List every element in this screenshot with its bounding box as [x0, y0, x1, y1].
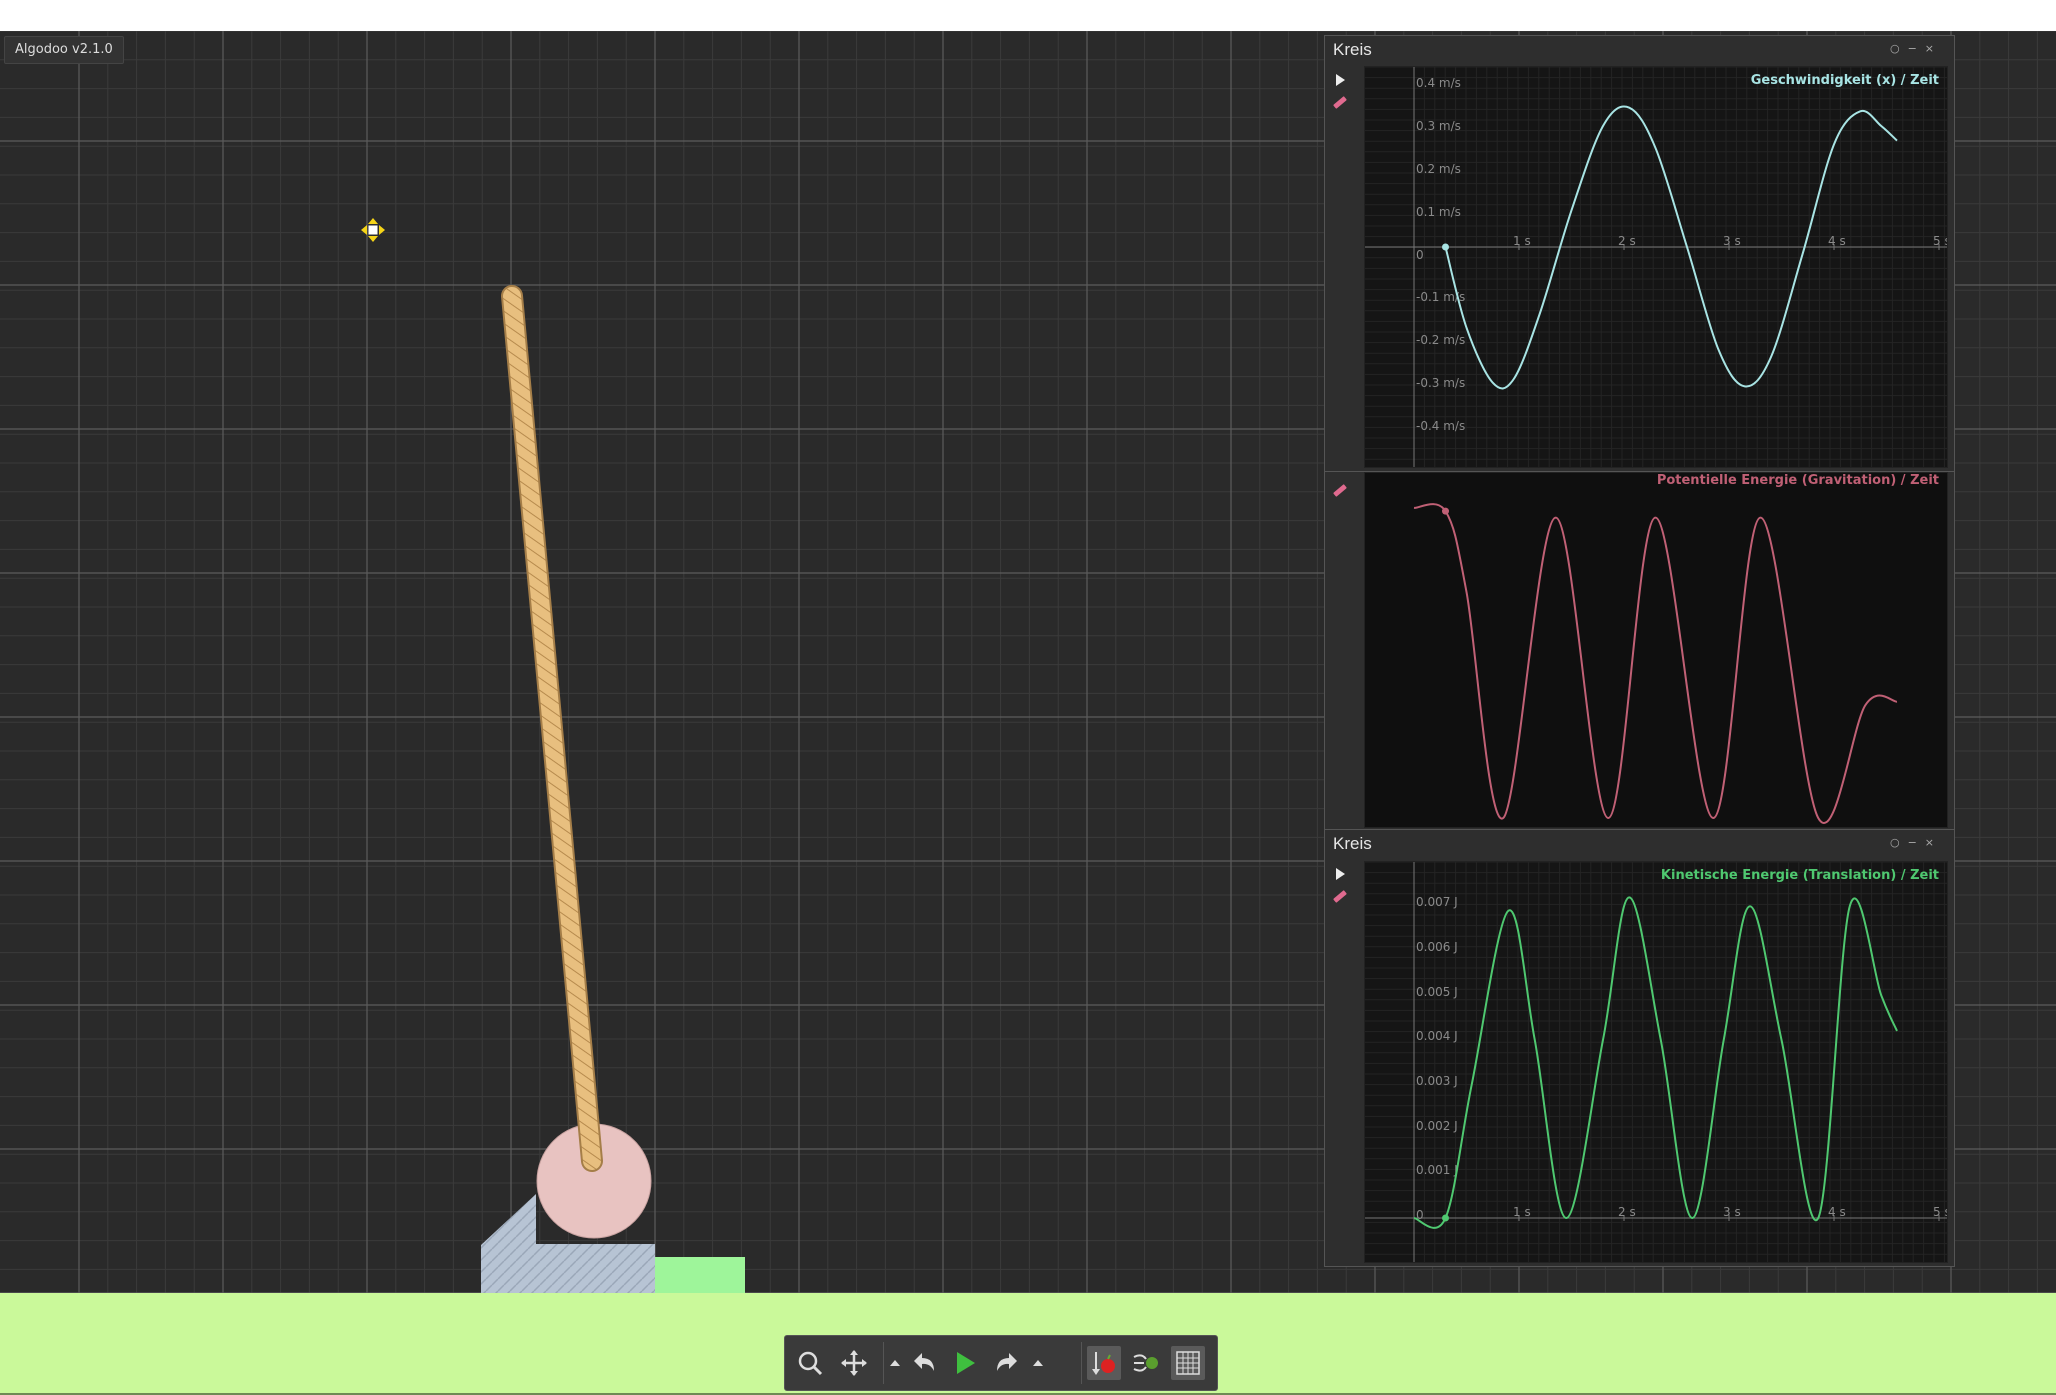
- x-tick-label: 1 s: [1513, 234, 1531, 248]
- graph-panel-kinetic[interactable]: Kreis ○−× 0.007 J 0.006 J 0.005 J 0.004 J 0.…: [1324, 829, 1955, 1267]
- pencil-icon[interactable]: [1333, 484, 1347, 497]
- y-tick-label: 0.007 J: [1416, 895, 1458, 909]
- play-button[interactable]: [948, 1346, 982, 1380]
- x-tick-label: 2 s: [1618, 1205, 1636, 1219]
- gravity-toggle[interactable]: [1087, 1346, 1121, 1380]
- air-friction-toggle[interactable]: [1129, 1346, 1163, 1380]
- air-friction-icon: [1133, 1354, 1158, 1372]
- grid-toggle[interactable]: [1171, 1346, 1205, 1380]
- velocity-chart: 0.4 m/s0.3 m/s0.2 m/s0.1 m/s0-0.1 m/s-0.…: [1365, 67, 1947, 467]
- bottom-toolbar: [784, 1335, 1218, 1391]
- y-tick-label: 0.001 J: [1416, 1163, 1458, 1177]
- minimize-button[interactable]: −: [1908, 42, 1925, 55]
- minimize-button[interactable]: −: [1908, 836, 1925, 849]
- undo-menu-icon: [890, 1360, 900, 1366]
- kinetic-energy-chart: 0.007 J 0.006 J 0.005 J 0.004 J 0.003 J 0.002…: [1365, 862, 1947, 1262]
- pin-button[interactable]: ○: [1890, 42, 1908, 55]
- pencil-icon[interactable]: [1333, 96, 1347, 109]
- pencil-icon[interactable]: [1333, 890, 1347, 903]
- zoom-button[interactable]: [793, 1346, 827, 1380]
- plot-area[interactable]: Potentielle Energie (Gravitation) / Zeit: [1364, 472, 1948, 828]
- data-point-marker: [1442, 507, 1449, 515]
- y-tick-label: 0: [1416, 248, 1424, 262]
- y-tick-label: 0.004 J: [1416, 1029, 1458, 1043]
- move-cursor-icon: [361, 218, 385, 242]
- close-button[interactable]: ×: [1925, 42, 1942, 55]
- y-tick-label: 0.4 m/s: [1416, 76, 1461, 90]
- redo-menu-button[interactable]: [1028, 1346, 1048, 1380]
- play-icon[interactable]: [1336, 868, 1345, 880]
- plot-title: Kinetische Energie (Translation) / Zeit: [1660, 868, 1939, 883]
- green-block[interactable]: [655, 1257, 745, 1293]
- toolbar-separator: [1081, 1342, 1082, 1384]
- graph-panel-velocity[interactable]: Kreis ○−× 0.4 m/s 0.3 m/s 0.2 m/s 0.1 m/s 0 -…: [1324, 35, 1955, 472]
- y-tick-label: -0.3 m/s: [1416, 376, 1465, 390]
- x-tick-label: 1 s: [1513, 1205, 1531, 1219]
- x-tick-label: 5 s: [1933, 234, 1947, 248]
- close-button[interactable]: ×: [1925, 836, 1942, 849]
- x-tick-label: 4 s: [1828, 234, 1846, 248]
- x-tick-label: 3 s: [1723, 1205, 1741, 1219]
- y-tick-label: 0.3 m/s: [1416, 119, 1461, 133]
- x-tick-label: 3 s: [1723, 234, 1741, 248]
- data-point-marker: [1442, 243, 1449, 251]
- gravity-icon: [1092, 1352, 1115, 1375]
- x-tick-label: 4 s: [1828, 1205, 1846, 1219]
- pin-button[interactable]: ○: [1890, 836, 1908, 849]
- play-icon[interactable]: [1336, 74, 1345, 86]
- panel-title: Kreis: [1333, 834, 1372, 853]
- x-tick-label: 2 s: [1618, 234, 1636, 248]
- data-point-marker: [1442, 1214, 1449, 1222]
- window-top-bar: [0, 0, 2056, 31]
- pan-icon: [841, 1350, 867, 1376]
- undo-button[interactable]: [907, 1346, 941, 1380]
- potential-energy-chart: [1413, 503, 1898, 824]
- y-tick-label: 0.003 J: [1416, 1074, 1458, 1088]
- version-badge: Algodoo v2.1.0: [4, 36, 124, 64]
- undo-menu-button[interactable]: [885, 1346, 905, 1380]
- redo-menu-icon: [1033, 1360, 1043, 1366]
- y-tick-label: 0.002 J: [1416, 1119, 1458, 1133]
- series-line: [1413, 503, 1898, 824]
- redo-button[interactable]: [990, 1346, 1024, 1380]
- pan-button[interactable]: [837, 1346, 871, 1380]
- toolbar-separator: [883, 1342, 884, 1384]
- graph-panel-potential[interactable]: Potentielle Energie (Gravitation) / Zeit: [1324, 472, 1955, 830]
- panel-controls: ○−×: [1890, 42, 1942, 55]
- redo-icon: [997, 1353, 1017, 1371]
- y-tick-label: 0.2 m/s: [1416, 162, 1461, 176]
- y-tick-label: 0.006 J: [1416, 940, 1458, 954]
- x-tick-label: 5 s: [1933, 1205, 1947, 1219]
- y-tick-label: -0.2 m/s: [1416, 333, 1465, 347]
- y-tick-label: 0.005 J: [1416, 985, 1458, 999]
- panel-title: Kreis: [1333, 40, 1372, 59]
- grid-icon: [1176, 1351, 1200, 1375]
- plot-title: Potentielle Energie (Gravitation) / Zeit: [1656, 473, 1939, 488]
- undo-icon: [914, 1353, 934, 1371]
- panel-controls: ○−×: [1890, 836, 1942, 849]
- y-tick-label: 0.1 m/s: [1416, 205, 1461, 219]
- y-tick-label: -0.4 m/s: [1416, 419, 1465, 433]
- plot-area[interactable]: 0.007 J 0.006 J 0.005 J 0.004 J 0.003 J 0.002…: [1364, 861, 1948, 1263]
- plot-area[interactable]: 0.4 m/s 0.3 m/s 0.2 m/s 0.1 m/s 0 -0.1 m/s -0.…: [1364, 66, 1948, 468]
- play-icon: [957, 1352, 975, 1374]
- plot-title: Geschwindigkeit (x) / Zeit: [1750, 73, 1939, 88]
- zoom-icon: [798, 1351, 823, 1376]
